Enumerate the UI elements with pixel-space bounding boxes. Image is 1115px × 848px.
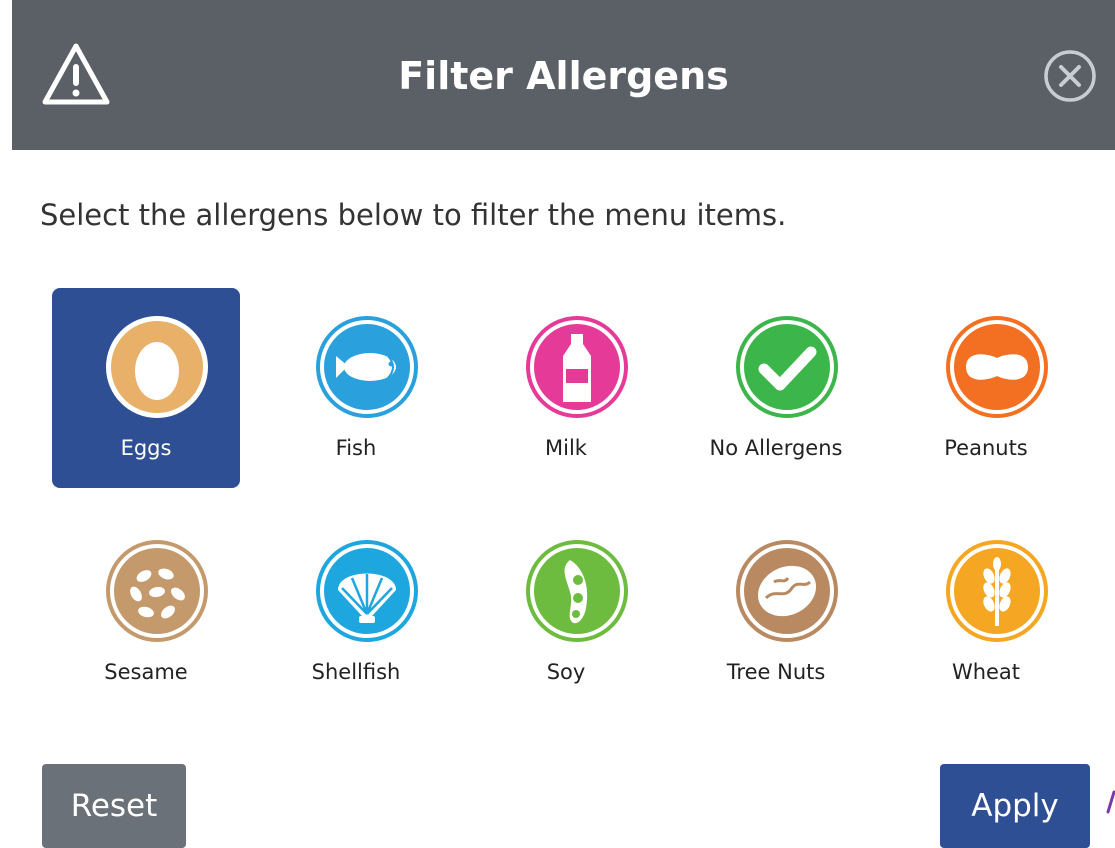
allergen-label: No Allergens (709, 436, 843, 460)
instructions-text: Select the allergens below to filter the… (40, 198, 787, 232)
apply-button[interactable]: Apply (940, 764, 1090, 848)
allergen-tile-shellfish[interactable]: Shellfish (262, 512, 450, 712)
peanut-icon (946, 316, 1048, 418)
shell-icon (316, 540, 418, 642)
allergen-tile-fish[interactable]: Fish (262, 288, 450, 488)
fish-icon (316, 316, 418, 418)
allergen-label: Soy (546, 660, 586, 684)
allergen-tile-eggs[interactable]: Eggs (52, 288, 240, 488)
allergen-label: Milk (545, 436, 587, 460)
allergen-tile-peanuts[interactable]: Peanuts (892, 288, 1080, 488)
allergen-tile-soy[interactable]: Soy (472, 512, 660, 712)
allergen-label: Wheat (951, 660, 1021, 684)
checkmark-icon (736, 316, 838, 418)
wheat-icon (946, 540, 1048, 642)
close-icon[interactable] (1042, 48, 1098, 104)
dialog-header: Filter Allergens (12, 0, 1115, 150)
allergen-tile-no-allergens[interactable]: No Allergens (682, 288, 870, 488)
egg-icon (106, 316, 208, 418)
allergen-tile-sesame[interactable]: Sesame (52, 512, 240, 712)
allergen-tile-milk[interactable]: Milk (472, 288, 660, 488)
reset-button[interactable]: Reset (42, 764, 186, 848)
sesame-icon (106, 540, 208, 642)
cursor-mark-icon (1106, 790, 1115, 814)
allergen-label: Sesame (104, 660, 188, 684)
walnut-icon (736, 540, 838, 642)
allergen-label: Shellfish (311, 660, 401, 684)
allergen-tile-wheat[interactable]: Wheat (892, 512, 1080, 712)
allergen-label: Peanuts (944, 436, 1028, 460)
soybean-icon (526, 540, 628, 642)
allergen-label: Eggs (120, 436, 172, 460)
dialog-title: Filter Allergens (398, 54, 729, 98)
milk-icon (526, 316, 628, 418)
allergen-tile-tree-nuts[interactable]: Tree Nuts (682, 512, 870, 712)
allergen-label: Tree Nuts (726, 660, 826, 684)
allergen-label: Fish (335, 436, 377, 460)
